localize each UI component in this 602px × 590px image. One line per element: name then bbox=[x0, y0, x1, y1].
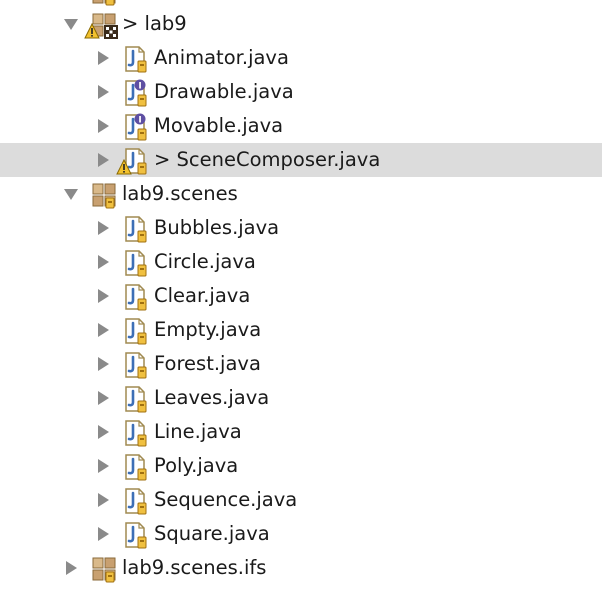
java-file-icon bbox=[121, 317, 149, 345]
chevron-right-icon[interactable] bbox=[62, 559, 80, 577]
tree-row-file[interactable]: Line.java bbox=[0, 415, 602, 449]
chevron-right-icon[interactable] bbox=[94, 491, 112, 509]
tree-row-file[interactable]: Leaves.java bbox=[0, 381, 602, 415]
tree-item-label: Square.java bbox=[154, 522, 270, 545]
chevron-down-icon[interactable] bbox=[62, 185, 80, 203]
chevron-right-icon[interactable] bbox=[94, 525, 112, 543]
tree-row-file[interactable]: Empty.java bbox=[0, 313, 602, 347]
tree-item-label: lab9.scenes.ifs bbox=[122, 556, 267, 579]
java-file-icon bbox=[121, 453, 149, 481]
tree-item-label: Line.java bbox=[154, 420, 242, 443]
tree-row-package-scenes[interactable]: lab9.scenes bbox=[0, 177, 602, 211]
java-interface-icon bbox=[121, 113, 149, 141]
chevron-right-icon[interactable] bbox=[94, 355, 112, 373]
tree-row-file[interactable]: Drawable.java bbox=[0, 75, 602, 109]
package-explorer-tree: > lab9 Animator.java Drawable.java Movab… bbox=[0, 0, 602, 590]
tree-item-label: Circle.java bbox=[154, 250, 256, 273]
java-file-icon bbox=[121, 215, 149, 243]
tree-row-file[interactable]: Poly.java bbox=[0, 449, 602, 483]
tree-row-file[interactable]: Bubbles.java bbox=[0, 211, 602, 245]
tree-item-label: Movable.java bbox=[154, 114, 284, 137]
tree-item-label: Clear.java bbox=[154, 284, 251, 307]
java-file-icon bbox=[121, 419, 149, 447]
tree-row-file[interactable]: Animator.java bbox=[0, 41, 602, 75]
warning-icon bbox=[84, 23, 100, 39]
tree-row-file[interactable]: Movable.java bbox=[0, 109, 602, 143]
tree-item-label: > SceneComposer.java bbox=[154, 148, 381, 171]
chevron-right-icon[interactable] bbox=[94, 83, 112, 101]
tree-item-label: Animator.java bbox=[154, 46, 289, 69]
tree-row-package-ifs[interactable]: lab9.scenes.ifs bbox=[0, 551, 602, 585]
java-interface-icon bbox=[121, 79, 149, 107]
chevron-down-icon[interactable] bbox=[62, 15, 80, 33]
tree-item-label: lab9.scenes bbox=[122, 182, 238, 205]
tree-row-file[interactable]: Sequence.java bbox=[0, 483, 602, 517]
chevron-right-icon[interactable] bbox=[94, 321, 112, 339]
java-file-icon bbox=[121, 521, 149, 549]
tree-row-file[interactable]: Square.java bbox=[0, 517, 602, 551]
tree-row-package-lab9[interactable]: > lab9 bbox=[0, 7, 602, 41]
tree-item-label: Empty.java bbox=[154, 318, 262, 341]
chevron-right-icon[interactable] bbox=[94, 219, 112, 237]
chevron-right-icon[interactable] bbox=[94, 389, 112, 407]
java-file-icon bbox=[121, 45, 149, 73]
package-icon bbox=[90, 181, 118, 209]
java-file-icon bbox=[121, 283, 149, 311]
tree-row-file[interactable]: Circle.java bbox=[0, 245, 602, 279]
chevron-right-icon[interactable] bbox=[94, 117, 112, 135]
tree-item-label: Sequence.java bbox=[154, 488, 298, 511]
tree-item-label: Bubbles.java bbox=[154, 216, 280, 239]
tree-row-file[interactable]: Clear.java bbox=[0, 279, 602, 313]
tree-item-label: Drawable.java bbox=[154, 80, 294, 103]
tree-row-file[interactable]: Forest.java bbox=[0, 347, 602, 381]
java-file-icon bbox=[121, 385, 149, 413]
tree-item-label: Forest.java bbox=[154, 352, 261, 375]
java-file-icon bbox=[121, 487, 149, 515]
tree-item-label: Leaves.java bbox=[154, 386, 270, 409]
tree-row-file-selected[interactable]: > SceneComposer.java bbox=[0, 143, 602, 177]
chevron-right-icon[interactable] bbox=[94, 457, 112, 475]
java-file-icon bbox=[121, 249, 149, 277]
binary-overlay-icon bbox=[104, 25, 118, 39]
chevron-right-icon[interactable] bbox=[94, 49, 112, 67]
chevron-right-icon[interactable] bbox=[94, 287, 112, 305]
tree-item-label: > lab9 bbox=[122, 12, 187, 35]
package-icon bbox=[90, 555, 118, 583]
package-icon bbox=[90, 0, 118, 6]
warning-icon bbox=[116, 159, 132, 175]
chevron-right-icon[interactable] bbox=[94, 423, 112, 441]
tree-item-label: Poly.java bbox=[154, 454, 239, 477]
chevron-right-icon[interactable] bbox=[94, 253, 112, 271]
chevron-right-icon[interactable] bbox=[94, 151, 112, 169]
java-file-icon bbox=[121, 351, 149, 379]
